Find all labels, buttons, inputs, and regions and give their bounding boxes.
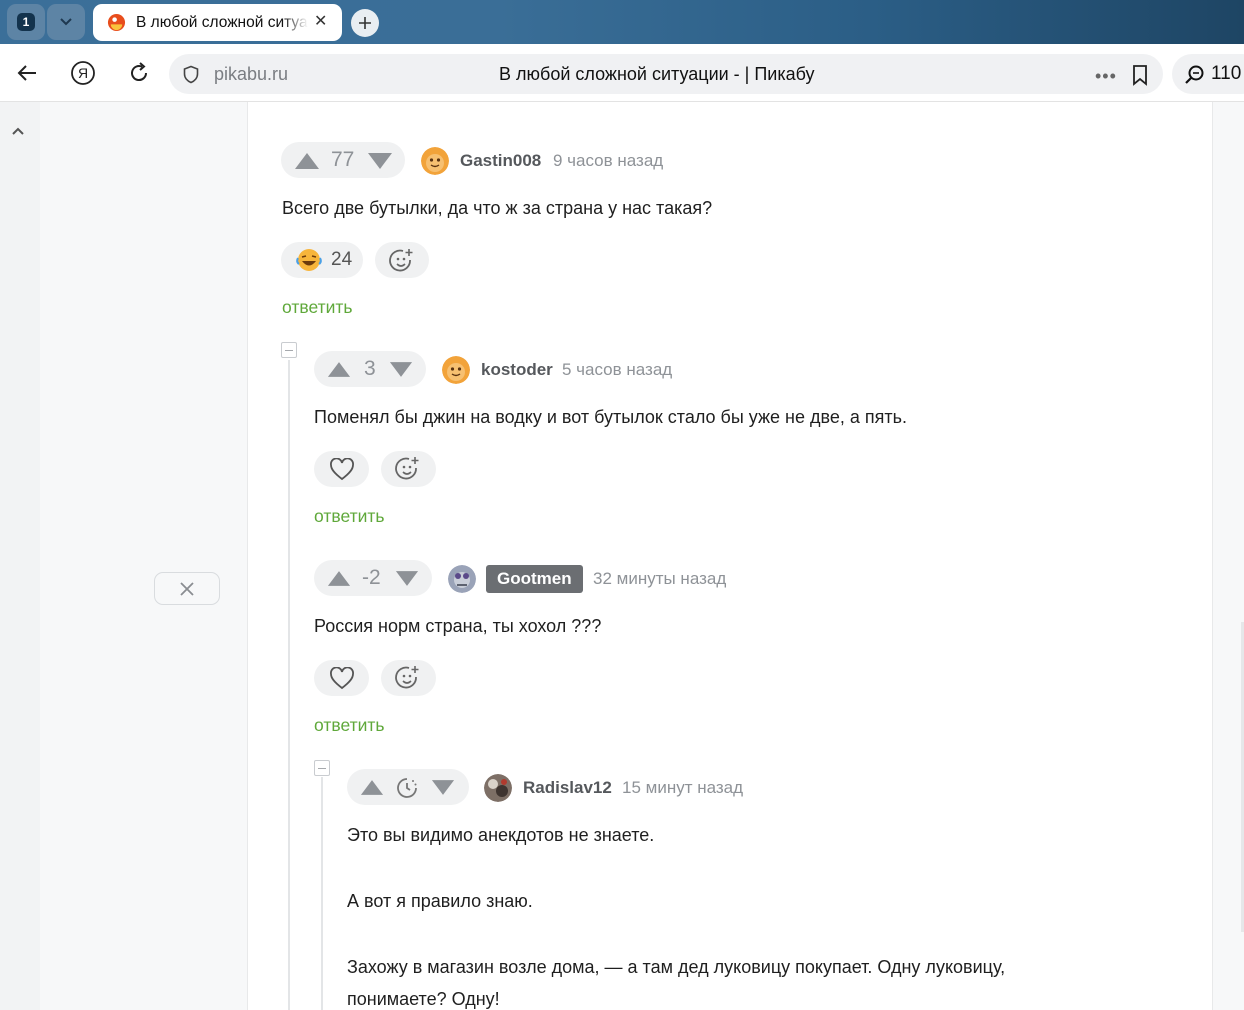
collapse-thread-button[interactable] bbox=[314, 760, 330, 776]
rating-control: 3 bbox=[314, 351, 426, 387]
user-avatar[interactable] bbox=[484, 774, 512, 802]
add-reaction-button[interactable] bbox=[381, 451, 436, 487]
comment-text: Россия норм страна, ты хохол ??? bbox=[314, 616, 602, 636]
reply-link[interactable]: ответить bbox=[314, 506, 385, 527]
comment-text-line: Это вы видимо анекдотов не знаете. bbox=[347, 825, 655, 845]
rating-value: -2 bbox=[362, 566, 381, 589]
comment-time[interactable]: 32 минуты назад bbox=[593, 569, 726, 589]
page-title: В любой сложной ситуации - | Пикабу bbox=[499, 64, 815, 84]
rating-hidden-clock-icon bbox=[397, 778, 417, 798]
like-button[interactable] bbox=[314, 451, 369, 487]
tab-title: В любой сложной ситуации - | Пикабу bbox=[136, 14, 308, 31]
upvote-arrow-icon[interactable] bbox=[360, 779, 384, 796]
comments-panel bbox=[247, 102, 1213, 1010]
rating-value: 77 bbox=[331, 148, 355, 171]
comment-text-line: понимаете? Одну! bbox=[347, 989, 500, 1009]
rating-control: 77 bbox=[281, 142, 405, 178]
collapse-thread-button[interactable] bbox=[281, 342, 297, 358]
comment-text: Поменял бы джин на водку и вот бутылок с… bbox=[314, 407, 908, 427]
rating-control bbox=[347, 769, 469, 805]
rating-value: 3 bbox=[364, 357, 376, 380]
downvote-arrow-icon[interactable] bbox=[395, 570, 419, 587]
heart-icon bbox=[330, 667, 354, 690]
downvote-arrow-icon[interactable] bbox=[389, 361, 413, 378]
shield-icon bbox=[183, 65, 199, 84]
tab-strip: 1 В любой сложной ситуации - | Пикабу ✕ bbox=[0, 0, 1244, 44]
new-tab-button[interactable] bbox=[351, 9, 379, 37]
comment-time[interactable]: 9 часов назад bbox=[553, 151, 663, 171]
comment-text-line: Захожу в магазин возле дома, — а там дед… bbox=[347, 957, 1006, 977]
tab-list-button[interactable] bbox=[47, 4, 85, 40]
laughing-emoji-icon bbox=[296, 249, 322, 271]
add-reaction-button[interactable] bbox=[381, 660, 436, 696]
upvote-arrow-icon[interactable] bbox=[327, 570, 351, 587]
search-count: 110 bbox=[1211, 63, 1242, 84]
yandex-logo-icon[interactable]: Я bbox=[70, 60, 96, 86]
heart-icon bbox=[330, 458, 354, 481]
close-icon bbox=[180, 582, 194, 596]
bookmark-icon[interactable] bbox=[1131, 64, 1149, 86]
back-arrow-icon[interactable] bbox=[14, 60, 40, 86]
search-counter-button[interactable]: 110 bbox=[1172, 54, 1244, 94]
tab-counter-button[interactable]: 1 bbox=[7, 4, 45, 40]
downvote-arrow-icon[interactable] bbox=[431, 779, 455, 796]
like-button[interactable] bbox=[314, 660, 369, 696]
comment-author-badge[interactable]: Gootmen bbox=[486, 565, 583, 593]
downvote-arrow-icon[interactable] bbox=[367, 152, 393, 170]
comment-author[interactable]: Radislav12 bbox=[523, 778, 612, 798]
svg-text:Я: Я bbox=[78, 65, 88, 81]
reload-icon[interactable] bbox=[126, 60, 152, 86]
add-emoji-icon bbox=[395, 666, 419, 689]
comment-time[interactable]: 15 минут назад bbox=[622, 778, 743, 798]
user-avatar[interactable] bbox=[448, 565, 476, 593]
left-rail bbox=[0, 102, 40, 1010]
thread-line bbox=[321, 777, 323, 1010]
plus-icon bbox=[359, 17, 371, 29]
thread-line bbox=[288, 360, 290, 1010]
close-ad-button[interactable] bbox=[154, 572, 220, 605]
comment-text: Всего две бутылки, да что ж за страна у … bbox=[282, 198, 713, 218]
url-domain: pikabu.ru bbox=[214, 64, 289, 84]
chevron-up-icon[interactable] bbox=[11, 126, 25, 136]
user-avatar[interactable] bbox=[421, 147, 449, 175]
right-column bbox=[1213, 102, 1244, 1010]
user-avatar[interactable] bbox=[442, 356, 470, 384]
comment-author[interactable]: Gastin008 bbox=[460, 151, 541, 171]
pikabu-favicon-icon bbox=[107, 13, 126, 32]
search-icon bbox=[1185, 65, 1204, 84]
add-emoji-icon bbox=[389, 249, 413, 272]
add-emoji-icon bbox=[395, 457, 419, 480]
upvote-arrow-icon[interactable] bbox=[327, 361, 351, 378]
add-reaction-button[interactable] bbox=[375, 242, 429, 278]
reply-link[interactable]: ответить bbox=[282, 297, 353, 318]
reaction-laugh-button[interactable]: 24 bbox=[281, 242, 363, 278]
more-icon[interactable]: ••• bbox=[1095, 66, 1117, 87]
comment-time[interactable]: 5 часов назад bbox=[562, 360, 672, 380]
reaction-count: 24 bbox=[331, 249, 353, 270]
tab-count: 1 bbox=[17, 13, 35, 31]
tab-close-icon[interactable]: ✕ bbox=[314, 14, 327, 30]
browser-toolbar: Я pikabu.ru В любой сложной ситуации - |… bbox=[0, 44, 1244, 102]
rating-control: -2 bbox=[314, 560, 432, 596]
active-tab[interactable]: В любой сложной ситуации - | Пикабу ✕ bbox=[93, 4, 342, 41]
left-sidebar bbox=[40, 102, 247, 1010]
address-bar[interactable]: pikabu.ru В любой сложной ситуации - | П… bbox=[169, 54, 1163, 94]
comment-text-line: А вот я правило знаю. bbox=[347, 891, 533, 911]
comment-author[interactable]: kostoder bbox=[481, 360, 553, 380]
chevron-down-icon bbox=[60, 18, 72, 26]
upvote-arrow-icon[interactable] bbox=[294, 152, 320, 170]
reply-link[interactable]: ответить bbox=[314, 715, 385, 736]
